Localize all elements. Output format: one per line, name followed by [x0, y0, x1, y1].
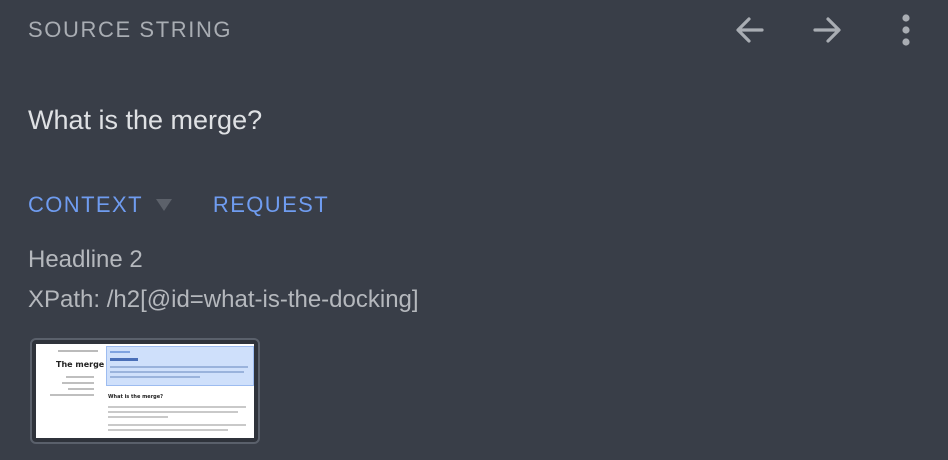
- preview-body-line: [108, 429, 228, 431]
- preview-nav-bar: [58, 350, 98, 352]
- preview-section-heading: What is the merge?: [108, 394, 164, 400]
- preview-nav-line: [68, 388, 94, 390]
- source-string-text: What is the merge?: [28, 105, 263, 135]
- preview-body-line: [108, 416, 168, 418]
- screenshot-preview: The merge What is the merge?: [36, 344, 254, 438]
- context-element-type: Headline 2: [28, 246, 143, 273]
- previous-button[interactable]: [728, 10, 772, 50]
- next-button[interactable]: [805, 10, 849, 50]
- preview-body-line: [108, 424, 246, 426]
- context-dropdown-toggle[interactable]: [155, 198, 173, 212]
- preview-nav-line: [66, 376, 94, 378]
- preview-body-line: [108, 406, 246, 408]
- more-options-button[interactable]: [888, 10, 924, 50]
- preview-body-line: [108, 411, 238, 413]
- preview-highlight-line: [110, 351, 130, 353]
- context-xpath: XPath: /h2[@id=what-is-the-docking]: [28, 286, 419, 313]
- preview-highlight-line: [110, 366, 248, 368]
- source-string-panel: SOURCE STRING What is the merge? CONTEXT…: [0, 0, 948, 460]
- panel-title: SOURCE STRING: [28, 17, 233, 42]
- preview-nav-line: [62, 382, 94, 384]
- preview-highlight-line: [110, 371, 244, 373]
- preview-page-title: The merge: [56, 360, 105, 369]
- preview-highlight-line: [110, 376, 200, 378]
- arrow-left-icon: [736, 17, 764, 43]
- arrow-right-icon: [813, 17, 841, 43]
- tab-request[interactable]: REQUEST: [213, 190, 329, 220]
- context-screenshot-thumbnail[interactable]: The merge What is the merge?: [30, 338, 260, 444]
- caret-down-icon: [155, 199, 172, 211]
- tab-bar: CONTEXT REQUEST: [28, 190, 329, 220]
- tab-context[interactable]: CONTEXT: [28, 190, 143, 220]
- more-vertical-icon: [902, 14, 910, 46]
- preview-highlight-line: [110, 358, 138, 361]
- preview-nav-line: [50, 394, 94, 396]
